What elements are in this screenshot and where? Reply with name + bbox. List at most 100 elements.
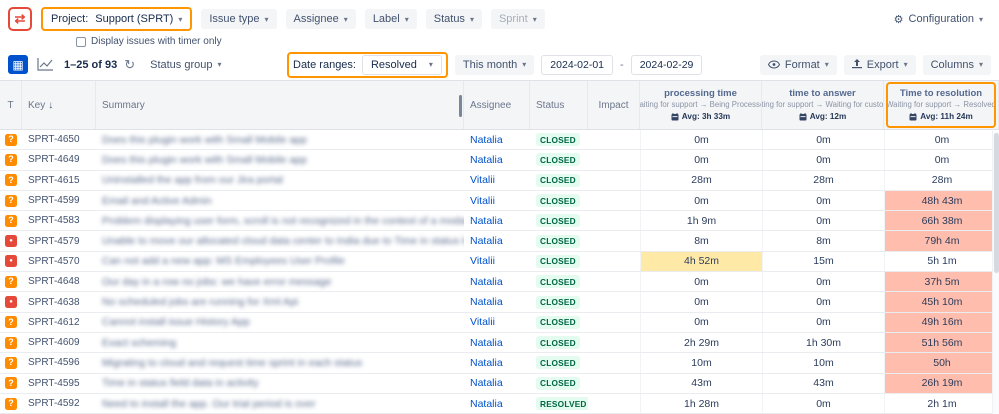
issue-assignee[interactable]: Natalia	[464, 272, 530, 291]
column-resize-handle[interactable]	[459, 95, 462, 117]
impact-cell	[588, 333, 640, 352]
issue-assignee[interactable]: Vitalii	[464, 191, 530, 210]
col-status[interactable]: Status	[530, 81, 588, 129]
timer-only-checkbox[interactable]	[76, 36, 86, 47]
issue-assignee[interactable]: Natalia	[464, 374, 530, 393]
table-header: T Key ↓ Summary Assignee Status Impact p…	[0, 80, 999, 130]
refresh-icon[interactable]: ↻	[124, 58, 135, 71]
col-time-to-answer[interactable]: time to answer Waiting for support → Wai…	[762, 81, 884, 129]
col-key[interactable]: Key ↓	[22, 81, 96, 129]
table-row[interactable]: ● SPRT-4579 Unable to move our allocated…	[0, 231, 999, 252]
table-row[interactable]: ? SPRT-4648 Our day in a row no jobs: we…	[0, 272, 999, 293]
issue-assignee[interactable]: Vitalii	[464, 252, 530, 271]
col-processing-time[interactable]: processing time Waiting for support → Be…	[640, 81, 762, 129]
cell-time-to-answer: 10m	[762, 353, 884, 373]
issue-assignee[interactable]: Natalia	[464, 150, 530, 169]
issue-assignee[interactable]: Natalia	[464, 353, 530, 372]
cell-time-to-resolution: 0m	[884, 150, 999, 170]
issue-summary: No scheduled jobs are running for Xml Ap…	[102, 296, 299, 309]
issue-assignee[interactable]: Vitalii	[464, 171, 530, 190]
period-select[interactable]: This month ▾	[454, 54, 535, 75]
impact-cell	[588, 374, 640, 393]
issue-key[interactable]: SPRT-4650	[22, 130, 96, 149]
issue-type-filter[interactable]: Issue type ▾	[201, 9, 277, 29]
col-impact[interactable]: Impact	[588, 81, 640, 129]
issue-key[interactable]: SPRT-4599	[22, 191, 96, 210]
col-type[interactable]: T	[0, 81, 22, 129]
date-from-input[interactable]: 2024-02-01	[541, 54, 614, 75]
issue-assignee[interactable]: Natalia	[464, 211, 530, 230]
issue-assignee[interactable]: Natalia	[464, 333, 530, 352]
issue-type-filter-label: Issue type	[209, 13, 260, 25]
issue-key[interactable]: SPRT-4649	[22, 150, 96, 169]
col-assignee[interactable]: Assignee	[464, 81, 530, 129]
format-menu[interactable]: Format ▾	[759, 54, 837, 75]
calendar-icon	[671, 112, 679, 120]
issue-key[interactable]: SPRT-4592	[22, 394, 96, 413]
grid-view-button[interactable]: ▦	[8, 55, 28, 74]
cell-time-to-answer: 0m	[762, 130, 884, 150]
issue-key[interactable]: SPRT-4612	[22, 313, 96, 332]
columns-menu[interactable]: Columns ▾	[922, 54, 991, 75]
cell-time-to-resolution: 50h	[884, 353, 999, 373]
table-row[interactable]: ? SPRT-4612 Cannot install issue History…	[0, 312, 999, 333]
calendar-icon	[799, 112, 807, 120]
label-filter[interactable]: Label ▾	[364, 9, 417, 29]
issue-key[interactable]: SPRT-4648	[22, 272, 96, 291]
date-ranges-select[interactable]: Resolved ▾	[361, 54, 442, 75]
table-row[interactable]: ● SPRT-4570 Can not add a new app: MS Em…	[0, 251, 999, 273]
project-value: Support (SPRT)	[95, 13, 174, 25]
export-menu[interactable]: Export ▾	[843, 54, 916, 75]
app-logo[interactable]: ⇄	[8, 7, 32, 31]
issue-type-icon: ?	[5, 336, 17, 349]
issue-key[interactable]: SPRT-4583	[22, 211, 96, 230]
cell-time-to-resolution: 26h 19m	[884, 373, 999, 393]
table-row[interactable]: ? SPRT-4596 Migrating to cloud and reque…	[0, 353, 999, 374]
table-row[interactable]: ? SPRT-4649 Does this plugin work with S…	[0, 150, 999, 171]
configuration-menu[interactable]: ⚙ Configuration ▾	[886, 9, 991, 30]
table-row[interactable]: ? SPRT-4615 Uninstalled the app from our…	[0, 170, 999, 191]
table-row[interactable]: ? SPRT-4595 Time in status field data in…	[0, 373, 999, 394]
table-row[interactable]: ? SPRT-4609 Exact scheming Natalia CLOSE…	[0, 332, 999, 354]
scrollbar-thumb[interactable]	[994, 133, 999, 273]
issue-key[interactable]: SPRT-4595	[22, 374, 96, 393]
impact-cell	[588, 394, 640, 413]
issue-key[interactable]: SPRT-4579	[22, 231, 96, 250]
status-badge: CLOSED	[536, 376, 580, 390]
issue-key[interactable]: SPRT-4570	[22, 252, 96, 271]
issue-key[interactable]: SPRT-4615	[22, 171, 96, 190]
issue-key[interactable]: SPRT-4609	[22, 333, 96, 352]
toolbar: ▦ 1–25 of 93 ↻ Status group ▾ Date range…	[0, 49, 999, 80]
vertical-scrollbar[interactable]	[992, 131, 999, 414]
table-row[interactable]: ? SPRT-4583 Problem displaying user form…	[0, 211, 999, 232]
status-filter[interactable]: Status ▾	[425, 9, 482, 29]
table-row[interactable]: ? SPRT-4650 Does this plugin work with S…	[0, 130, 999, 151]
chart-view-button[interactable]	[35, 55, 55, 74]
table-row[interactable]: ● SPRT-4638 No scheduled jobs are runnin…	[0, 292, 999, 313]
date-to-input[interactable]: 2024-02-29	[630, 54, 703, 75]
cell-time-to-answer: 28m	[762, 170, 884, 190]
col-summary[interactable]: Summary	[96, 81, 464, 129]
table-row[interactable]: ? SPRT-4599 Email and Active Admin Vital…	[0, 190, 999, 212]
impact-cell	[588, 191, 640, 210]
cell-time-to-resolution: 28m	[884, 170, 999, 190]
issue-assignee[interactable]: Natalia	[464, 292, 530, 311]
cell-processing-time: 10m	[640, 353, 762, 373]
assignee-filter[interactable]: Assignee ▾	[285, 9, 356, 29]
project-select[interactable]: Project: Support (SPRT) ▾	[47, 10, 186, 28]
sort-desc-icon: ↓	[48, 99, 54, 111]
app-window: ⇄ Project: Support (SPRT) ▾ Issue type ▾…	[0, 0, 999, 414]
table-row[interactable]: ? SPRT-4592 Need to install the app. Our…	[0, 393, 999, 414]
issue-assignee[interactable]: Natalia	[464, 231, 530, 250]
issue-summary: Can not add a new app: MS Employees User…	[102, 255, 345, 268]
issue-assignee[interactable]: Natalia	[464, 394, 530, 413]
col-time-to-resolution[interactable]: Time to resolution Waiting for support →…	[884, 81, 999, 129]
issue-assignee[interactable]: Vitalii	[464, 313, 530, 332]
issue-key[interactable]: SPRT-4638	[22, 292, 96, 311]
cell-time-to-answer: 0m	[762, 211, 884, 231]
project-annotation: Project: Support (SPRT) ▾	[41, 7, 193, 31]
status-group-select[interactable]: Status group ▾	[142, 55, 229, 75]
issue-assignee[interactable]: Natalia	[464, 130, 530, 149]
issue-key[interactable]: SPRT-4596	[22, 353, 96, 372]
chevron-down-icon: ▾	[428, 60, 433, 69]
